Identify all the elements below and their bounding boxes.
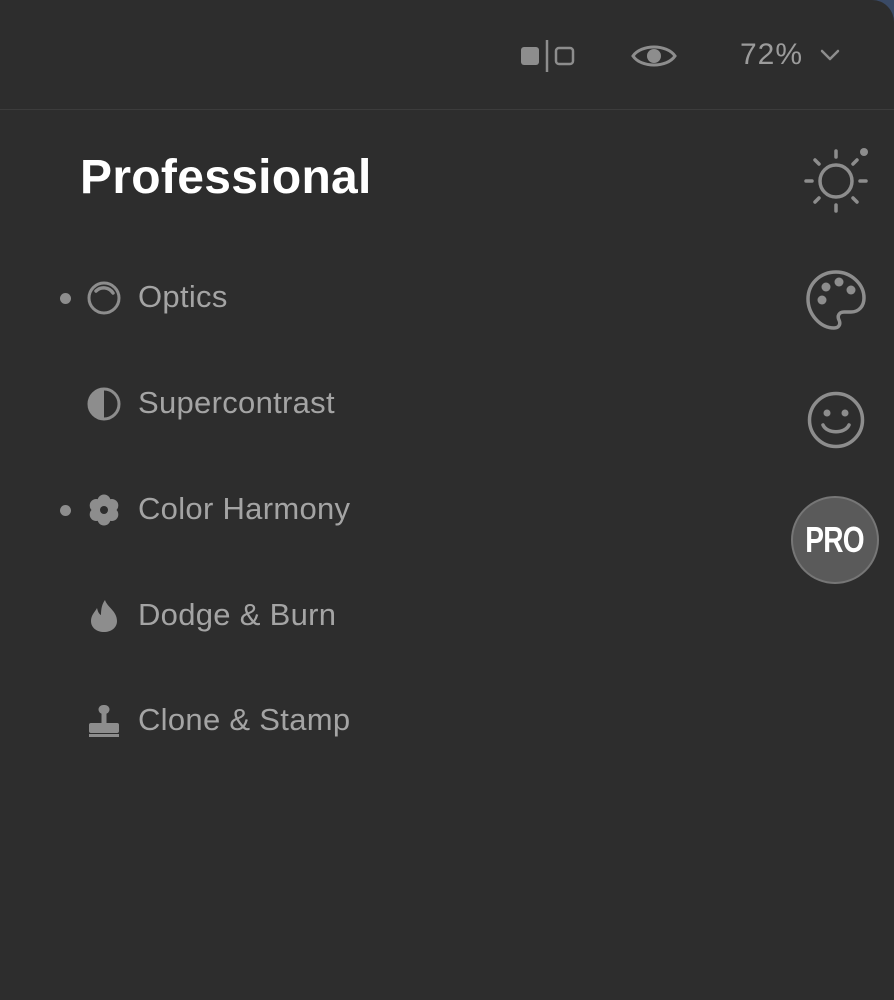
sun-icon xyxy=(804,148,868,213)
half-circle-icon xyxy=(87,387,121,421)
tool-item-clone-stamp[interactable]: Clone & Stamp xyxy=(50,689,470,753)
tab-portrait[interactable] xyxy=(806,390,866,450)
pro-label: PRO xyxy=(805,519,865,560)
tool-label: Optics xyxy=(138,279,228,314)
chevron-down-icon xyxy=(820,49,840,61)
tab-pro[interactable]: PRO xyxy=(791,496,879,584)
stamp-icon xyxy=(89,705,119,737)
flame-icon xyxy=(91,600,117,632)
tool-list: Optics Supercontrast Color Harmony Dodge… xyxy=(0,0,780,1000)
tool-item-supercontrast[interactable]: Supercontrast xyxy=(50,372,470,436)
tool-label: Supercontrast xyxy=(138,385,335,420)
active-indicator-dot xyxy=(60,293,71,304)
tab-creative[interactable] xyxy=(804,268,868,332)
optics-ring-icon xyxy=(87,281,121,315)
tool-item-optics[interactable]: Optics xyxy=(50,266,470,330)
tool-label: Clone & Stamp xyxy=(138,702,351,737)
tab-essentials[interactable] xyxy=(802,146,870,214)
flower-icon xyxy=(89,494,119,526)
tool-item-dodge-burn[interactable]: Dodge & Burn xyxy=(50,584,470,648)
palette-icon xyxy=(806,270,866,330)
app-window: 72% Professional Optics Supercontrast Co… xyxy=(0,0,894,1000)
tool-label: Color Harmony xyxy=(138,491,351,526)
active-indicator-dot xyxy=(60,505,71,516)
tool-item-color-harmony[interactable]: Color Harmony xyxy=(50,478,470,542)
tool-label: Dodge & Burn xyxy=(138,597,337,632)
smiley-face-icon xyxy=(807,391,865,449)
